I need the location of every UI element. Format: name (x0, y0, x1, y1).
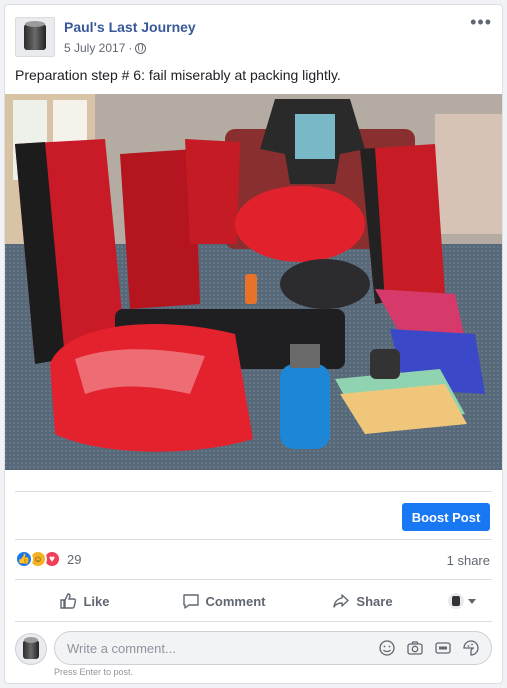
share-label: Share (356, 593, 393, 609)
page-avatar[interactable] (15, 17, 55, 57)
post-as-selector[interactable] (432, 593, 492, 609)
thumbs-up-icon (60, 593, 77, 609)
action-bar: Like Comment Share (15, 585, 492, 617)
photo-illustration (5, 94, 502, 470)
photo-helmet (280, 259, 370, 309)
divider (15, 539, 492, 540)
globe-icon[interactable] (135, 42, 147, 54)
photo-pouch (370, 349, 400, 379)
photo-stove (290, 344, 320, 368)
post-date[interactable]: 5 July 2017 (64, 41, 125, 55)
reaction-summary[interactable]: 👍 ☺ ♥ 29 (15, 550, 81, 568)
more-options-icon[interactable]: ••• (470, 13, 492, 31)
post-card: Paul's Last Journey 5 July 2017 · ••• Pr… (4, 4, 503, 684)
post-text: Preparation step # 6: fail miserably at … (15, 67, 341, 83)
can-icon (23, 636, 39, 659)
gif-icon[interactable] (434, 639, 452, 657)
post-header: Paul's Last Journey 5 July 2017 · ••• (15, 13, 492, 61)
caret-down-icon (468, 598, 476, 604)
share-icon (333, 594, 350, 608)
photo-pannier (185, 139, 240, 244)
like-icon: 👍 (15, 550, 33, 568)
commenter-avatar (15, 633, 47, 665)
like-label: Like (83, 593, 110, 609)
sticker-icon[interactable] (462, 639, 480, 657)
photo-gas-canister (280, 364, 330, 449)
boost-post-button[interactable]: Boost Post (402, 503, 490, 531)
share-count[interactable]: 1 share (447, 553, 490, 568)
can-icon (24, 21, 46, 50)
reaction-count[interactable]: 29 (67, 552, 81, 567)
page-name[interactable]: Paul's Last Journey (64, 19, 196, 35)
emoji-icon[interactable] (378, 639, 396, 657)
comment-label: Comment (205, 593, 266, 609)
post-meta: 5 July 2017 · (64, 41, 147, 55)
like-button[interactable]: Like (15, 585, 154, 617)
photo-duffel-bag (235, 186, 365, 262)
divider (15, 621, 492, 622)
meta-separator: · (128, 41, 133, 55)
divider (15, 491, 492, 492)
post-photo[interactable] (5, 94, 502, 470)
divider (15, 579, 492, 580)
share-button[interactable]: Share (293, 585, 432, 617)
comment-composer (15, 631, 492, 665)
comment-tools (378, 639, 480, 657)
mini-avatar (448, 593, 464, 609)
comment-button[interactable]: Comment (154, 585, 293, 617)
can-icon (452, 596, 460, 606)
comment-hint: Press Enter to post. (54, 667, 134, 677)
photo-bottle (245, 274, 257, 304)
photo-jersey-panel (295, 114, 335, 159)
camera-icon[interactable] (406, 639, 424, 657)
photo-curtain (435, 114, 502, 234)
comment-icon (182, 594, 199, 609)
photo-plastic-bag (50, 324, 253, 452)
